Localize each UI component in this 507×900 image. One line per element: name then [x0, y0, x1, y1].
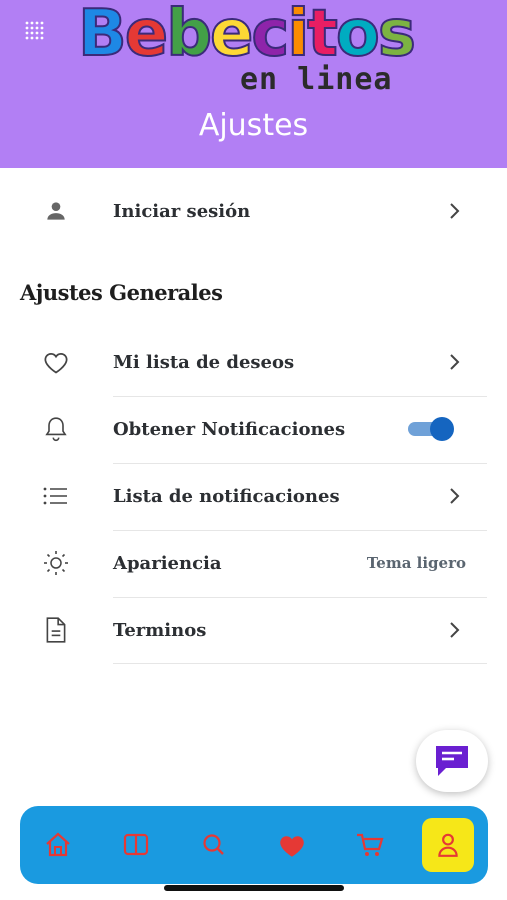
- menu-grid-icon[interactable]: [24, 20, 46, 42]
- chevron-right-icon: [450, 622, 460, 638]
- logo-letter: e: [124, 0, 169, 72]
- list-icon: [40, 480, 72, 512]
- toggle-knob: [430, 417, 454, 441]
- logo-letter: B: [77, 0, 128, 72]
- nav-home[interactable]: [31, 806, 85, 884]
- brand-logo: Bebecitos en linea: [77, 0, 417, 100]
- chat-button[interactable]: [416, 730, 488, 792]
- bell-icon: [40, 413, 72, 445]
- app-header: Bebecitos en linea Ajustes: [0, 0, 507, 168]
- chevron-right-icon: [450, 354, 460, 370]
- chevron-right-icon: [450, 203, 460, 219]
- chevron-right-icon: [450, 488, 460, 504]
- appearance-label: Apariencia: [113, 552, 222, 574]
- login-label: Iniciar sesión: [113, 200, 251, 222]
- wishlist-label: Mi lista de deseos: [113, 351, 295, 373]
- sun-icon: [40, 547, 72, 579]
- page-title: Ajustes: [198, 108, 309, 143]
- notifications-toggle[interactable]: [406, 417, 456, 441]
- nav-cart[interactable]: [343, 806, 397, 884]
- notification-list-label: Lista de notificaciones: [113, 485, 340, 507]
- notification-list-row[interactable]: Lista de notificaciones: [0, 463, 507, 529]
- wishlist-row[interactable]: Mi lista de deseos: [0, 329, 507, 395]
- bottom-navigation: [20, 806, 488, 884]
- terms-label: Terminos: [113, 619, 207, 641]
- brand-logo-subtitle: en linea: [240, 62, 393, 97]
- nav-search[interactable]: [187, 806, 241, 884]
- appearance-row[interactable]: Apariencia Tema ligero: [0, 530, 507, 596]
- notifications-toggle-row: Obtener Notificaciones: [0, 396, 507, 462]
- nav-profile[interactable]: [422, 818, 474, 872]
- terms-row[interactable]: Terminos: [0, 597, 507, 663]
- heart-filled-icon: [280, 836, 304, 857]
- person-icon: [40, 195, 72, 227]
- notifications-label: Obtener Notificaciones: [113, 418, 346, 440]
- logo-letter: b: [165, 0, 213, 72]
- catalog-icon: [123, 833, 149, 856]
- login-row[interactable]: Iniciar sesión: [0, 178, 507, 244]
- appearance-value: Tema ligero: [366, 554, 466, 572]
- chat-icon: [436, 746, 468, 776]
- profile-icon: [438, 833, 458, 857]
- heart-outline-icon: [40, 346, 72, 378]
- cart-icon: [357, 833, 384, 856]
- home-indicator: [164, 885, 344, 891]
- divider: [113, 663, 487, 664]
- document-icon: [40, 614, 72, 646]
- nav-wishlist[interactable]: [265, 806, 319, 884]
- home-icon: [46, 832, 70, 857]
- search-icon: [203, 834, 224, 855]
- nav-catalog[interactable]: [109, 806, 163, 884]
- section-title: Ajustes Generales: [20, 280, 223, 305]
